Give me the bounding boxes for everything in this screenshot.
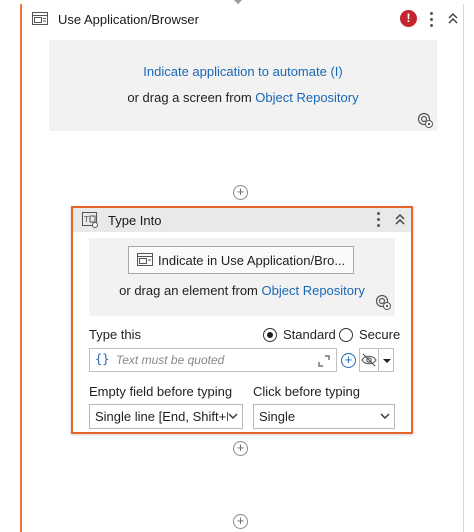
more-options-icon[interactable]: [377, 212, 381, 228]
type-this-placeholder: Text must be quoted: [116, 353, 225, 367]
drag-screen-hint: or drag a screen from Object Repository: [49, 90, 437, 105]
use-application-icon: [137, 253, 153, 266]
application-drop-zone[interactable]: Indicate application to automate (I) or …: [49, 40, 437, 131]
collapse-icon[interactable]: [393, 213, 407, 227]
drag-element-text: or drag an element from: [119, 283, 258, 298]
error-icon[interactable]: !: [400, 10, 417, 27]
secure-radio-label[interactable]: Secure: [359, 327, 400, 342]
chevron-down-icon: [380, 413, 390, 419]
standard-radio-label[interactable]: Standard: [283, 327, 336, 342]
type-into-title: Type Into: [108, 213, 162, 228]
secure-radio[interactable]: [339, 328, 353, 342]
expand-editor-icon[interactable]: [318, 355, 330, 367]
empty-field-value: Single line [End, Shift+H: [95, 409, 236, 424]
empty-field-select[interactable]: Single line [End, Shift+H: [89, 404, 243, 429]
hide-text-icon: [361, 353, 377, 367]
hide-text-button[interactable]: [359, 348, 379, 372]
click-before-value: Single: [259, 409, 296, 424]
more-options-icon[interactable]: [430, 12, 434, 28]
chevron-down-icon: [228, 411, 238, 421]
svg-text:T: T: [83, 215, 89, 224]
click-before-label: Click before typing: [253, 384, 360, 399]
indicate-element-button[interactable]: Indicate in Use Application/Bro...: [128, 246, 354, 274]
indicate-element-label: Indicate in Use Application/Bro...: [158, 252, 346, 268]
add-activity-icon[interactable]: +: [233, 514, 248, 529]
use-application-header[interactable]: Use Application/Browser !: [22, 4, 463, 34]
add-activity-icon[interactable]: +: [233, 441, 248, 456]
expression-braces-icon: {}: [95, 352, 110, 366]
object-repository-link[interactable]: Object Repository: [262, 283, 365, 298]
hide-text-dropdown[interactable]: [378, 348, 394, 372]
type-into-header[interactable]: T Type Into: [73, 208, 411, 232]
type-into-icon: T: [82, 212, 98, 228]
drag-element-hint: or drag an element from Object Repositor…: [89, 283, 395, 298]
use-application-icon: [32, 12, 48, 25]
empty-field-label: Empty field before typing: [89, 384, 233, 399]
element-drop-zone[interactable]: Indicate in Use Application/Bro... or dr…: [89, 238, 395, 316]
target-settings-icon[interactable]: [417, 112, 433, 128]
drag-screen-text: or drag a screen from: [127, 90, 252, 105]
click-before-select[interactable]: Single: [253, 404, 395, 429]
type-this-label: Type this: [89, 327, 142, 342]
object-repository-link[interactable]: Object Repository: [255, 90, 358, 105]
add-activity-icon[interactable]: +: [233, 185, 248, 200]
add-variable-icon[interactable]: +: [341, 353, 356, 368]
use-application-title: Use Application/Browser: [58, 12, 199, 27]
type-into-card[interactable]: T Type Into Indicate in Use Application/…: [71, 206, 413, 434]
type-this-input[interactable]: {} Text must be quoted: [89, 348, 337, 372]
standard-radio[interactable]: [263, 328, 277, 342]
collapse-icon[interactable]: [446, 12, 460, 26]
indicate-application-link[interactable]: Indicate application to automate (I): [49, 64, 437, 79]
target-settings-icon[interactable]: [375, 294, 391, 310]
